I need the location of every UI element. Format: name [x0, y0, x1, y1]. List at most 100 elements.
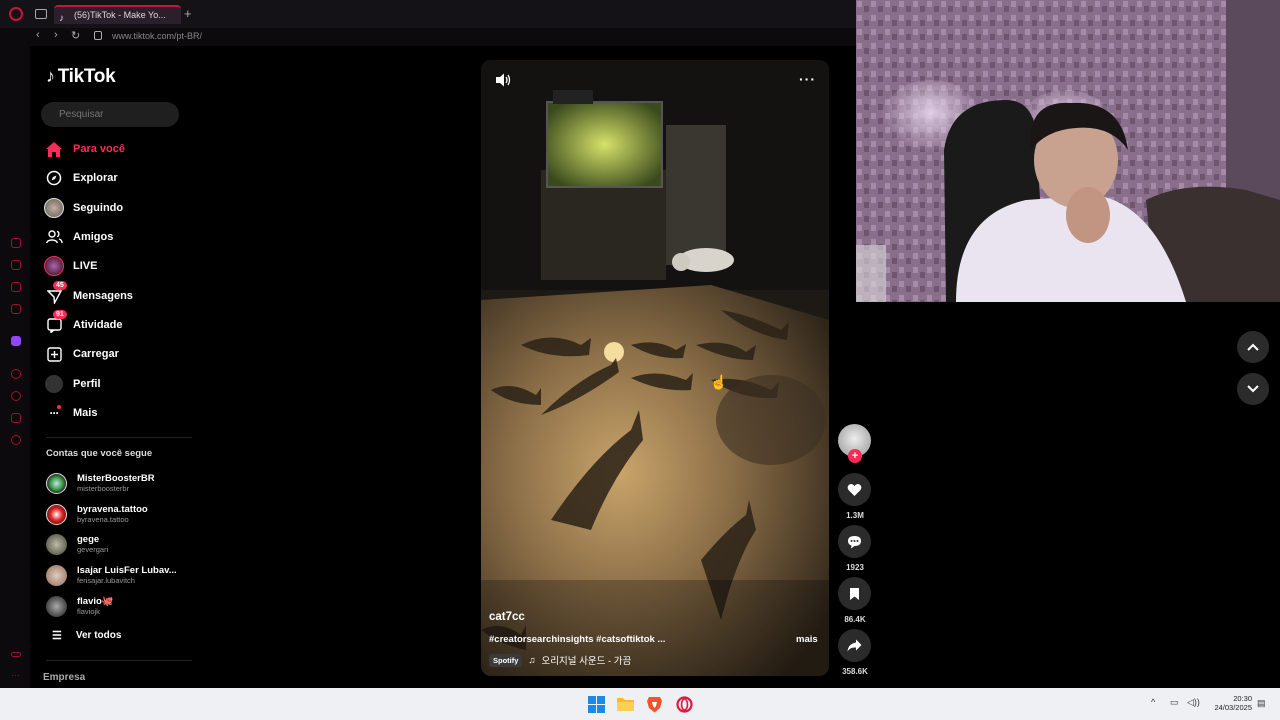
like-count: 1.3M — [846, 511, 864, 520]
new-tab-button[interactable]: + — [184, 6, 192, 21]
next-video-button[interactable] — [1237, 373, 1269, 405]
followed-account[interactable]: flavio🐙 flaviojk — [46, 592, 196, 620]
list-icon: ☰ — [52, 630, 62, 642]
friends-icon — [44, 227, 64, 247]
sidebar-minimize-icon[interactable] — [11, 652, 21, 657]
followed-account[interactable]: gege gevergari — [46, 530, 196, 558]
save-count: 86.4K — [844, 615, 866, 624]
following-accounts-title: Contas que você segue — [46, 448, 153, 459]
file-explorer-icon[interactable] — [617, 696, 634, 713]
avatar — [46, 533, 67, 555]
browser-sidebar — [0, 46, 30, 688]
followed-account[interactable]: Isajar LuisFer Lubav... ferisajar.lubavit… — [46, 561, 196, 589]
nav-more[interactable]: ··· Mais — [44, 401, 194, 425]
business-link[interactable]: Empresa — [43, 672, 85, 683]
bookmark-icon — [850, 587, 859, 600]
follow-button[interactable]: + — [848, 449, 862, 463]
tiktok-note-icon: ♪ — [46, 66, 55, 86]
reload-icon[interactable]: ↻ — [71, 29, 80, 42]
messages-badge: 45 — [53, 281, 67, 290]
previous-video-button[interactable] — [1237, 331, 1269, 363]
avatar — [46, 595, 67, 617]
video-more-options-icon[interactable]: ··· — [799, 71, 816, 87]
activity-badge: 91 — [53, 310, 67, 319]
messages-icon: 45 — [44, 281, 67, 306]
comment-count: 1923 — [846, 563, 864, 572]
notification-icon[interactable]: ▤ — [1257, 698, 1266, 709]
divider — [46, 437, 192, 438]
sidebar-twitch-icon[interactable] — [11, 336, 21, 346]
avatar — [46, 503, 67, 525]
nav-explore[interactable]: Explorar — [44, 166, 194, 190]
save-button[interactable] — [838, 577, 871, 610]
sidebar-settings-icon[interactable] — [11, 435, 21, 445]
volume-icon[interactable] — [495, 73, 511, 90]
sidebar-extensions-icon[interactable] — [11, 413, 21, 423]
lock-icon — [94, 31, 102, 40]
nav-upload[interactable]: Carregar — [44, 342, 194, 366]
avatar — [46, 564, 67, 586]
sidebar-more-icon[interactable]: ··· — [11, 670, 20, 680]
tiktok-favicon-icon: ♪ — [59, 13, 64, 24]
tiktok-logo[interactable]: ♪ TikTok — [46, 66, 116, 88]
following-avatar-icon — [44, 198, 64, 218]
back-icon[interactable]: ‹ — [36, 29, 40, 41]
followed-account[interactable]: byravena.tattoo byravena.tattoo — [46, 500, 196, 528]
network-icon[interactable]: ▭ — [1170, 697, 1179, 708]
tab-title: (56)TikTok - Make Yo... — [74, 10, 166, 20]
followed-account[interactable]: MisterBoosterBR misterboosterbr — [46, 469, 196, 497]
video-author[interactable]: cat7cc — [489, 611, 525, 623]
search-input[interactable] — [41, 102, 179, 127]
opera-logo-icon[interactable] — [9, 7, 23, 21]
live-icon — [44, 256, 64, 276]
heart-icon — [847, 483, 862, 496]
video-frame — [481, 60, 829, 676]
video-caption[interactable]: #creatorsearchinsights #catsoftiktok ... — [489, 634, 665, 645]
music-note-icon: ♫ — [528, 654, 536, 666]
upload-icon — [44, 344, 64, 364]
chevron-down-icon — [1247, 385, 1259, 393]
mouse-cursor-icon: ☝ — [710, 374, 728, 390]
sidebar-history-icon[interactable] — [11, 391, 21, 401]
webcam-overlay — [856, 0, 1280, 302]
nav-friends[interactable]: Amigos — [44, 225, 194, 249]
nav-activity[interactable]: 91 Atividade — [44, 310, 194, 337]
divider — [46, 660, 192, 661]
comment-icon — [848, 535, 861, 548]
taskbar-clock[interactable]: 20:30 24/03/2025 — [1206, 694, 1252, 712]
spotify-badge[interactable]: Spotify — [489, 653, 523, 667]
opera-gx-taskbar-icon[interactable] — [676, 696, 693, 713]
video-player[interactable] — [481, 60, 829, 676]
tray-chevron-up-icon[interactable]: ^ — [1151, 697, 1155, 707]
url-field[interactable]: www.tiktok.com/pt-BR/ — [112, 31, 202, 41]
comment-button[interactable] — [838, 525, 871, 558]
windows-taskbar — [0, 688, 1280, 720]
share-icon — [847, 639, 862, 652]
sidebar-news-icon[interactable] — [11, 304, 21, 314]
avatar — [46, 472, 67, 494]
activity-icon: 91 — [44, 310, 67, 335]
profile-icon — [44, 374, 64, 394]
brave-browser-icon[interactable] — [647, 696, 664, 713]
browser-tab-tiktok[interactable]: ♪ (56)TikTok - Make Yo... — [54, 5, 181, 24]
nav-for-you[interactable]: Para você — [44, 137, 194, 161]
sidebar-shop-icon[interactable] — [11, 260, 21, 270]
compass-icon — [44, 168, 64, 188]
windows-start-icon[interactable] — [588, 696, 605, 713]
volume-tray-icon[interactable]: ◁)) — [1187, 697, 1200, 708]
nav-live[interactable]: LIVE — [44, 254, 194, 278]
see-all-button[interactable]: ☰ Ver todos — [52, 629, 121, 642]
forward-icon[interactable]: › — [54, 29, 58, 41]
like-button[interactable] — [838, 473, 871, 506]
nav-following[interactable]: Seguindo — [44, 196, 194, 220]
sidebar-ai-icon[interactable] — [11, 238, 21, 248]
tab-islands-icon[interactable] — [35, 9, 47, 19]
more-icon: ··· — [44, 403, 64, 423]
video-music[interactable]: Spotify ♫ 오리지널 사운드 - 가끔 — [489, 653, 631, 667]
sidebar-messenger-icon[interactable] — [11, 282, 21, 292]
share-button[interactable] — [838, 629, 871, 662]
nav-messages[interactable]: 45 Mensagens — [44, 281, 194, 308]
sidebar-player-icon[interactable] — [11, 369, 21, 379]
nav-profile[interactable]: Perfil — [44, 372, 194, 396]
caption-more-button[interactable]: mais — [796, 634, 818, 645]
